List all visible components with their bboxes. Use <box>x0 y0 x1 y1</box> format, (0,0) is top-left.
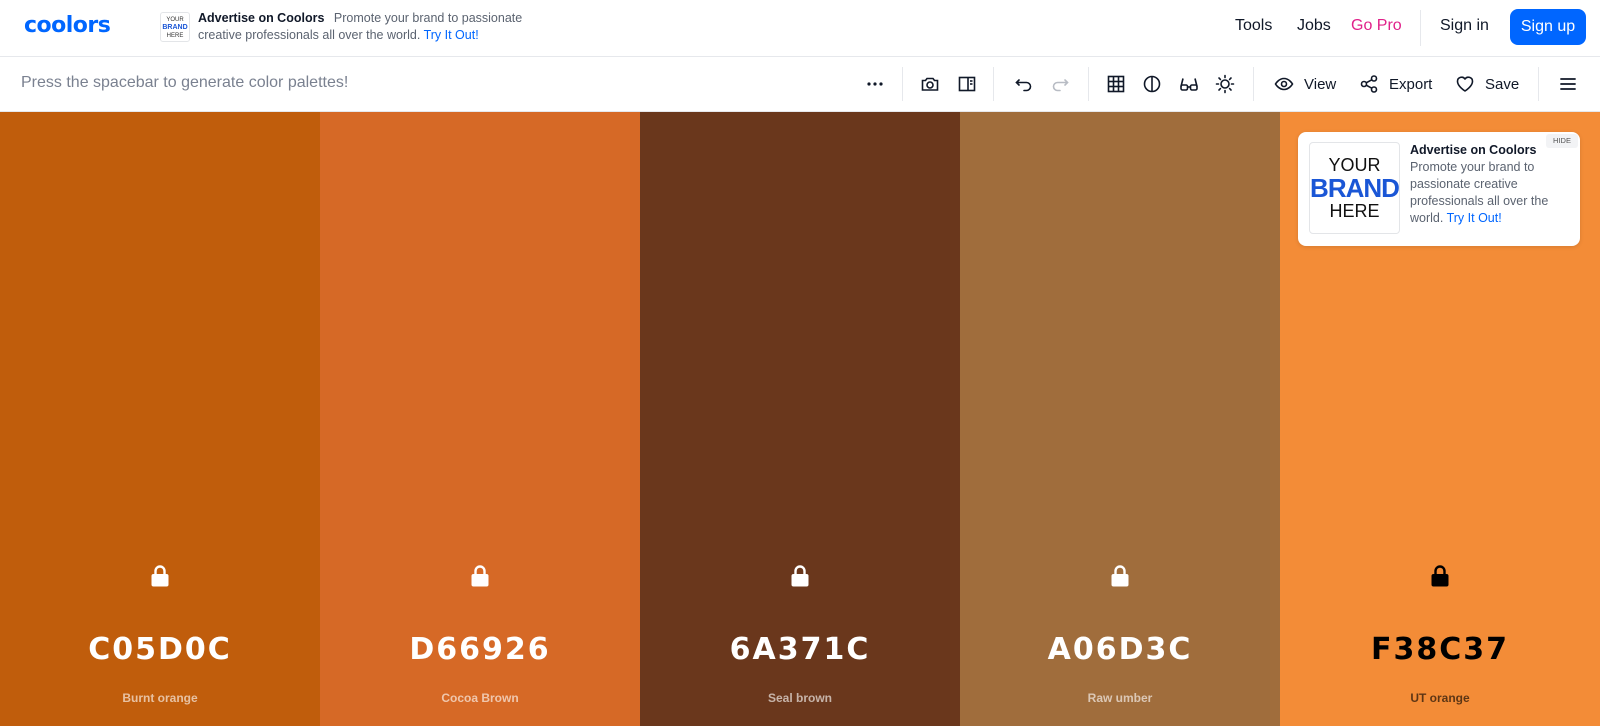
brand-image-line2: BRAND <box>1310 173 1400 203</box>
hex-code[interactable]: 6A371C <box>640 632 960 667</box>
toolbar: Press the spacebar to generate color pal… <box>0 57 1600 112</box>
view-label: View <box>1304 75 1337 93</box>
color-swatch[interactable]: 6A371C Seal brown <box>640 112 960 726</box>
view-button[interactable]: View <box>1274 72 1336 96</box>
header-ad-title: Advertise on Coolors <box>198 11 325 25</box>
brightness-icon[interactable] <box>1213 72 1237 96</box>
toolbar-divider <box>993 67 994 101</box>
share-icon <box>1360 75 1378 93</box>
brand-thumb-line2: BRAND <box>162 24 188 31</box>
nav-tools[interactable]: Tools <box>1235 17 1272 35</box>
spacebar-hint: Press the spacebar to generate color pal… <box>21 74 349 91</box>
eye-icon <box>1274 77 1294 91</box>
color-swatch[interactable]: D66926 Cocoa Brown <box>320 112 640 726</box>
nav-jobs[interactable]: Jobs <box>1297 17 1331 35</box>
hex-code[interactable]: A06D3C <box>960 632 1280 667</box>
save-label: Save <box>1485 75 1520 93</box>
brand-image-line1: YOUR <box>1328 155 1381 175</box>
ad-card-title: Advertise on Coolors <box>1410 143 1537 157</box>
grid-icon[interactable] <box>1104 72 1128 96</box>
save-button[interactable]: Save <box>1455 72 1519 96</box>
unlocked-icon[interactable] <box>150 564 170 588</box>
nav-divider <box>1420 10 1421 46</box>
toolbar-divider <box>902 67 903 101</box>
unlocked-icon[interactable] <box>470 564 490 588</box>
color-name: UT orange <box>1410 691 1470 705</box>
redo-icon[interactable] <box>1048 72 1072 96</box>
header-ad-link[interactable]: Try It Out! <box>424 28 479 42</box>
export-label: Export <box>1389 75 1433 93</box>
side-panel-icon[interactable] <box>955 72 979 96</box>
sign-up-button[interactable]: Sign up <box>1510 9 1586 45</box>
heart-icon <box>1456 76 1474 92</box>
sign-in-link[interactable]: Sign in <box>1440 17 1489 35</box>
color-name: Seal brown <box>767 691 832 705</box>
ad-card-link[interactable]: Try It Out! <box>1447 211 1502 225</box>
contrast-icon[interactable] <box>1140 72 1164 96</box>
brand-image-line3: HERE <box>1329 201 1380 221</box>
glasses-icon[interactable] <box>1177 72 1201 96</box>
unlocked-icon[interactable] <box>1110 564 1130 588</box>
ad-card[interactable]: HIDE YOUR BRAND HERE Advertise on Coolor… <box>1298 132 1580 246</box>
ad-card-text: Advertise on Coolors Promote your brand … <box>1410 142 1570 227</box>
header-ad-text: Advertise on Coolors Promote your brand … <box>198 10 528 43</box>
color-swatch[interactable]: C05D0C Burnt orange <box>0 112 320 726</box>
hex-code[interactable]: F38C37 <box>1280 632 1600 667</box>
brand-thumbnail: YOUR BRAND HERE <box>160 12 190 42</box>
more-options-icon[interactable] <box>863 72 887 96</box>
brand-image: YOUR BRAND HERE <box>1309 142 1400 234</box>
brand-thumb-line3: HERE <box>166 33 184 39</box>
nav-go-pro[interactable]: Go Pro <box>1351 17 1402 35</box>
color-swatch[interactable]: A06D3C Raw umber <box>960 112 1280 726</box>
hex-code[interactable]: D66926 <box>320 632 640 667</box>
undo-icon[interactable] <box>1012 72 1036 96</box>
toolbar-divider <box>1253 67 1254 101</box>
brand-thumb-line1: YOUR <box>166 17 184 23</box>
color-name: Cocoa Brown <box>441 691 519 705</box>
camera-icon[interactable] <box>918 72 942 96</box>
color-name: Burnt orange <box>122 691 198 705</box>
hex-code[interactable]: C05D0C <box>0 632 320 667</box>
toolbar-divider <box>1088 67 1089 101</box>
export-button[interactable]: Export <box>1359 72 1432 96</box>
color-name: Raw umber <box>1087 691 1153 705</box>
toolbar-divider <box>1538 67 1539 101</box>
locked-icon[interactable] <box>1430 564 1450 588</box>
coolors-logo[interactable]: coolors <box>24 15 111 37</box>
hamburger-menu-icon[interactable] <box>1556 72 1580 96</box>
unlocked-icon[interactable] <box>790 564 810 588</box>
top-navbar: coolors YOUR BRAND HERE Advertise on Coo… <box>0 0 1600 57</box>
